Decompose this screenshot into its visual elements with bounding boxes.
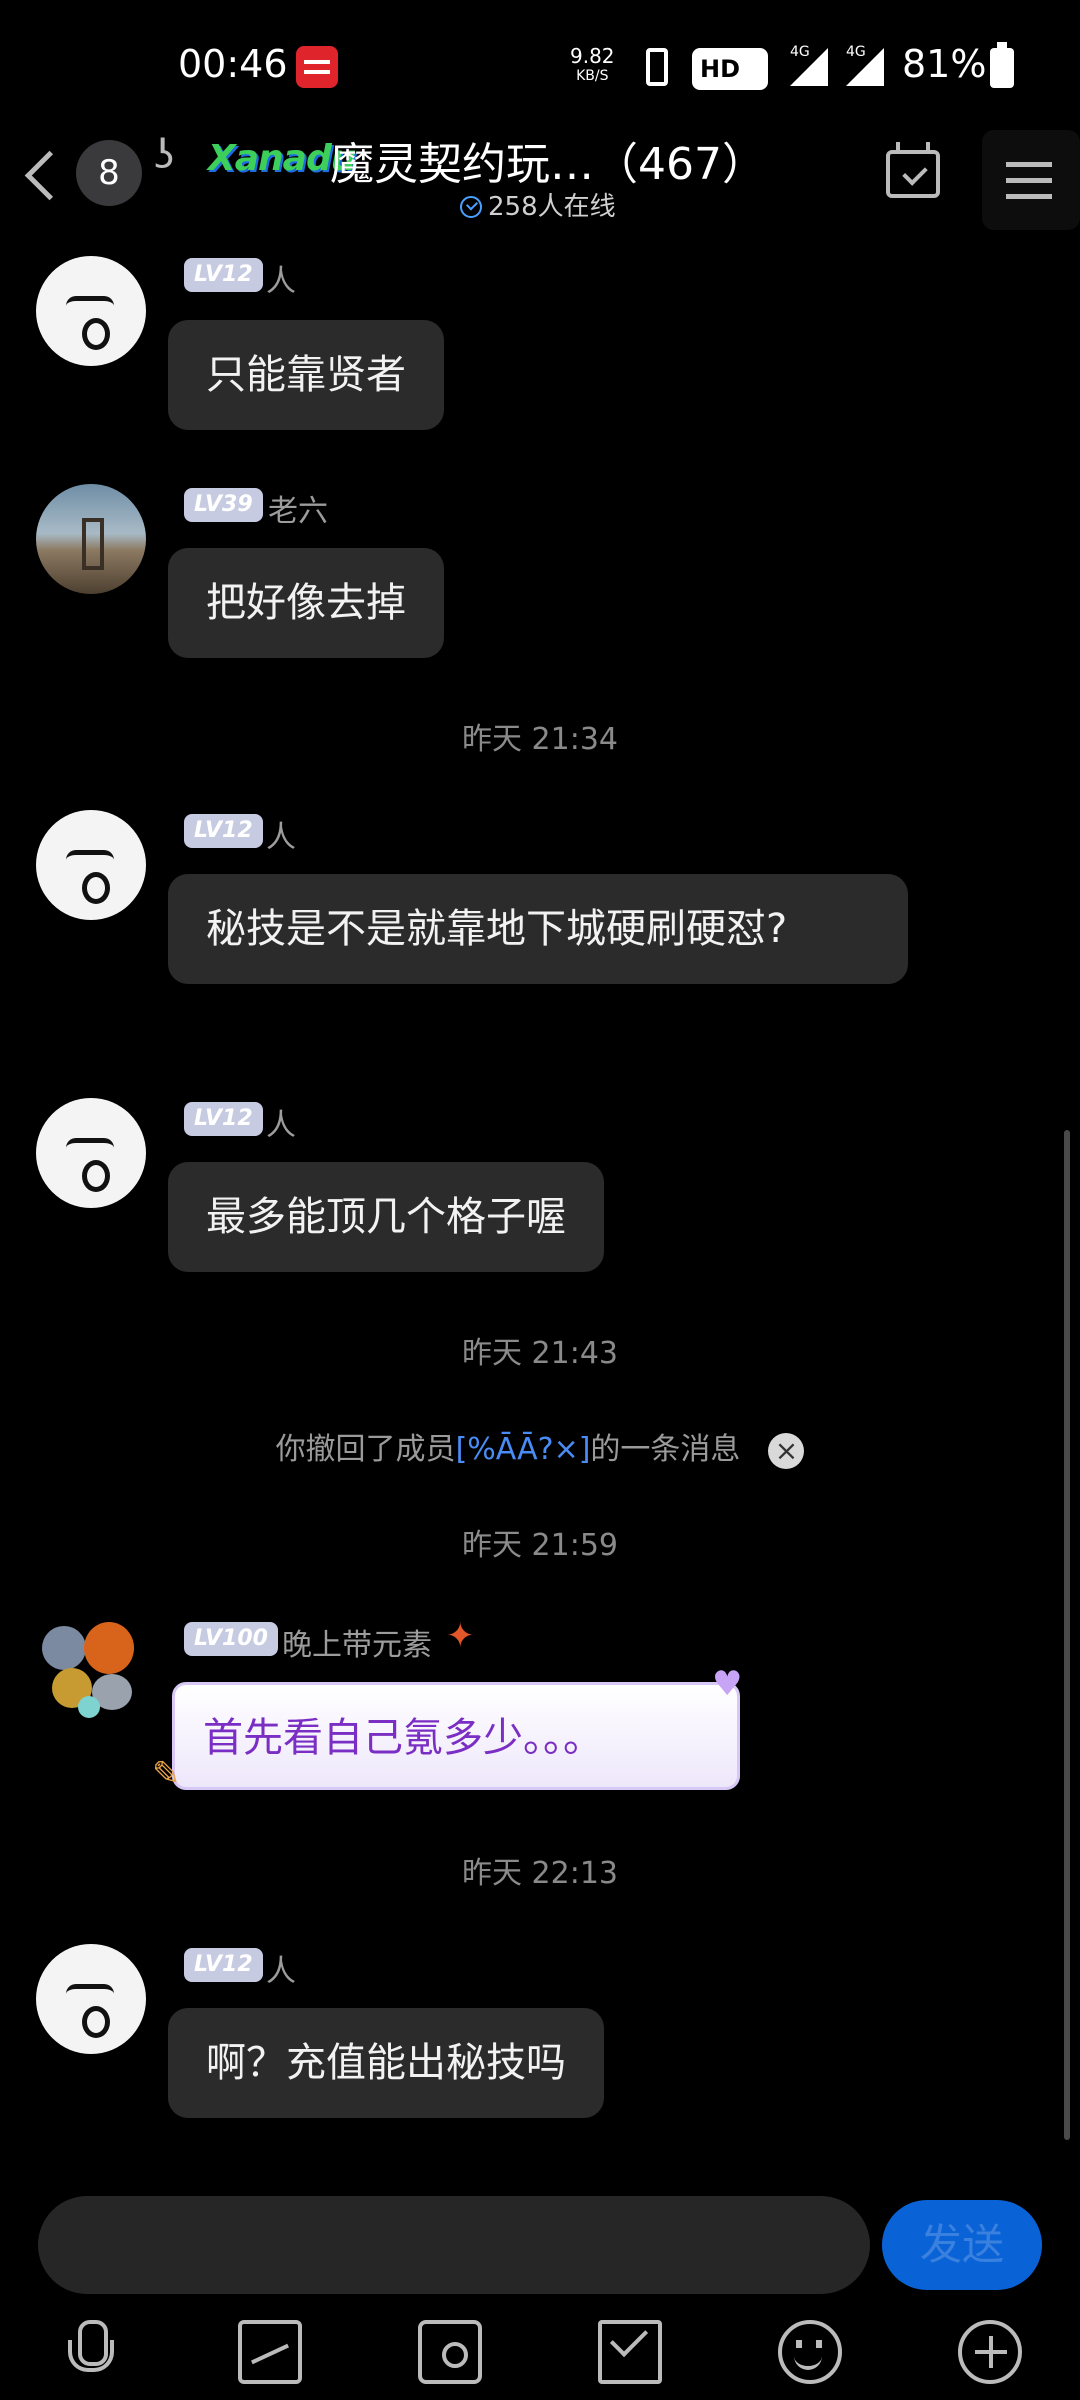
message-bubble[interactable]: 把好像去掉 bbox=[168, 548, 444, 658]
image-icon[interactable] bbox=[238, 2320, 302, 2384]
network-speed: 9.82 KB/S bbox=[570, 46, 615, 86]
message-bubble[interactable]: 只能靠贤者 bbox=[168, 320, 444, 430]
scrollbar[interactable] bbox=[1064, 1130, 1070, 2140]
close-icon[interactable]: × bbox=[768, 1432, 805, 1469]
avatar[interactable] bbox=[30, 1604, 156, 1730]
avatar[interactable] bbox=[36, 1098, 146, 1208]
check-circle-icon bbox=[460, 196, 482, 218]
timestamp: 昨天 21:43 bbox=[462, 1336, 618, 1371]
chat-header: 8 ʖ Xanadu 魔灵契约玩…（467） 258人在线 bbox=[0, 120, 1080, 240]
menu-button[interactable] bbox=[982, 130, 1080, 230]
avatar-decoration bbox=[42, 1626, 86, 1670]
recalled-member-link[interactable]: [%ĀĀ?×] bbox=[456, 1432, 591, 1467]
avatar-decoration bbox=[84, 1622, 134, 1674]
camera-icon[interactable] bbox=[418, 2320, 482, 2384]
message-bubble[interactable]: 首先看自己氪多少。。。 bbox=[172, 1682, 740, 1790]
input-toolbar bbox=[0, 2310, 1080, 2400]
message-input[interactable] bbox=[38, 2196, 870, 2294]
signal-icon bbox=[790, 48, 828, 86]
signal-icon bbox=[846, 48, 884, 86]
calendar-check-icon[interactable] bbox=[886, 150, 940, 198]
level-badge: LV100 bbox=[184, 1622, 278, 1656]
plus-icon[interactable] bbox=[958, 2320, 1022, 2384]
message-bubble[interactable]: 啊？充值能出秘技吗 bbox=[168, 2008, 604, 2118]
timestamp: 昨天 21:59 bbox=[462, 1528, 618, 1563]
pencil-icon: ✎ bbox=[152, 1754, 181, 1794]
unread-count-badge[interactable]: 8 bbox=[76, 140, 142, 206]
emoji-icon[interactable] bbox=[778, 2320, 842, 2384]
microphone-icon[interactable] bbox=[58, 2320, 122, 2384]
status-bar: 00:46 9.82 KB/S HD 4G 4G 81% bbox=[0, 0, 1080, 130]
message-text: 首先看自己氪多少。。。 bbox=[203, 1715, 603, 1761]
level-badge: LV12 bbox=[184, 258, 263, 292]
sender-name[interactable]: 人 bbox=[266, 1100, 296, 1144]
app-notification-icon bbox=[296, 46, 338, 88]
timestamp: 昨天 21:34 bbox=[462, 722, 618, 757]
online-count-text: 258人在线 bbox=[488, 192, 616, 222]
sender-name[interactable]: 人 bbox=[266, 256, 296, 300]
level-badge: LV12 bbox=[184, 814, 263, 848]
dragon-icon: ✦ bbox=[446, 1616, 475, 1656]
ear-icon[interactable]: ʖ bbox=[154, 132, 174, 178]
message-bubble[interactable]: 最多能顶几个格子喔 bbox=[168, 1162, 604, 1272]
online-count: 258人在线 bbox=[460, 186, 616, 223]
network-speed-value: 9.82 bbox=[570, 44, 615, 68]
timestamp: 昨天 22:13 bbox=[462, 1856, 618, 1891]
sender-name[interactable]: 人 bbox=[266, 812, 296, 856]
sender-name[interactable]: 晚上带元素 bbox=[282, 1620, 432, 1664]
avatar[interactable] bbox=[36, 484, 146, 594]
avatar-decoration bbox=[78, 1696, 100, 1718]
menu-line bbox=[1006, 178, 1052, 183]
level-badge: LV12 bbox=[184, 1948, 263, 1982]
back-button[interactable] bbox=[14, 140, 64, 210]
menu-line bbox=[1006, 194, 1052, 199]
menu-line bbox=[1006, 162, 1052, 167]
status-time: 00:46 bbox=[178, 42, 288, 86]
hd-badge: HD bbox=[692, 48, 768, 90]
battery-percent: 81% bbox=[902, 42, 987, 86]
recall-notice: 你撤回了成员[%ĀĀ?×]的一条消息 × bbox=[0, 1424, 1080, 1469]
level-badge: LV12 bbox=[184, 1102, 263, 1136]
level-badge: LV39 bbox=[184, 488, 263, 522]
battery-icon bbox=[990, 42, 1014, 88]
recall-suffix: 的一条消息 bbox=[590, 1432, 741, 1467]
send-button[interactable]: 发送 bbox=[882, 2200, 1042, 2290]
message-bubble[interactable]: 秘技是不是就靠地下城硬刷硬怼? bbox=[168, 874, 908, 984]
phone-icon bbox=[646, 48, 668, 86]
red-packet-icon[interactable] bbox=[598, 2320, 662, 2384]
avatar[interactable] bbox=[36, 810, 146, 920]
recall-prefix: 你撤回了成员 bbox=[275, 1432, 456, 1467]
sender-name[interactable]: 老六 bbox=[268, 486, 328, 530]
network-speed-unit: KB/S bbox=[576, 68, 609, 84]
avatar[interactable] bbox=[36, 1944, 146, 2054]
group-title[interactable]: 魔灵契约玩…（467） bbox=[330, 128, 766, 192]
avatar[interactable] bbox=[36, 256, 146, 366]
sender-name[interactable]: 人 bbox=[266, 1946, 296, 1990]
heart-icon: ♥ bbox=[712, 1664, 743, 1704]
